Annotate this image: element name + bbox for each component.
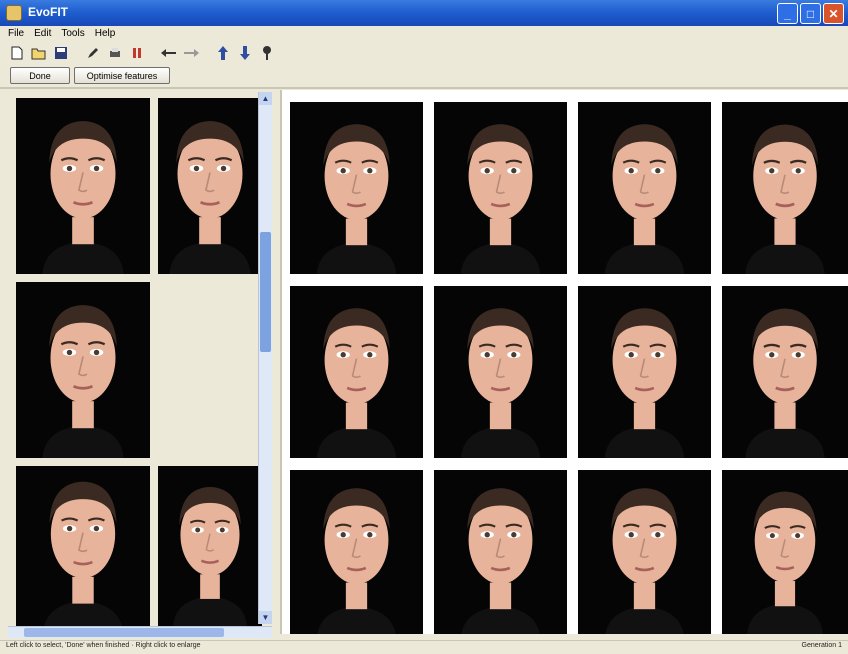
stop-icon[interactable]	[128, 44, 146, 62]
selected-face[interactable]	[16, 466, 150, 626]
maximize-button[interactable]: □	[800, 3, 821, 24]
face-array-panel	[280, 90, 848, 634]
app-icon	[6, 5, 22, 21]
face-candidate[interactable]	[434, 102, 567, 274]
pin-icon[interactable]	[258, 44, 276, 62]
selected-face[interactable]	[16, 98, 150, 274]
menu-tools[interactable]: Tools	[61, 26, 84, 41]
redo-icon[interactable]	[182, 44, 200, 62]
face-candidate[interactable]	[578, 286, 711, 458]
status-message: Left click to select, 'Done' when finish…	[6, 642, 201, 649]
down-arrow-icon[interactable]	[236, 44, 254, 62]
selected-faces-panel	[4, 92, 272, 632]
window-title: EvoFIT	[28, 5, 69, 19]
selected-face[interactable]	[158, 98, 262, 274]
app-window: EvoFIT _ □ ✕ File Edit Tools Help Done O…	[0, 0, 848, 654]
optimise-features-button[interactable]: Optimise features	[74, 67, 170, 84]
left-horizontal-scrollbar[interactable]	[8, 626, 272, 638]
face-candidate[interactable]	[290, 470, 423, 634]
edit-icon[interactable]	[84, 44, 102, 62]
face-candidate[interactable]	[578, 470, 711, 634]
face-candidate[interactable]	[434, 470, 567, 634]
face-candidate[interactable]	[434, 286, 567, 458]
undo-icon[interactable]	[160, 44, 178, 62]
scroll-thumb[interactable]	[260, 232, 271, 352]
hscroll-thumb[interactable]	[24, 628, 224, 637]
face-candidate[interactable]	[722, 102, 848, 274]
menu-edit[interactable]: Edit	[34, 26, 51, 41]
print-icon[interactable]	[106, 44, 124, 62]
generation-label: Generation 1	[801, 642, 842, 649]
menu-file[interactable]: File	[8, 26, 24, 41]
scroll-up-icon[interactable]: ▲	[259, 92, 272, 105]
left-vertical-scrollbar[interactable]: ▲ ▼	[258, 92, 272, 624]
toolbar	[0, 41, 848, 65]
open-icon[interactable]	[30, 44, 48, 62]
face-candidate[interactable]	[290, 102, 423, 274]
face-candidate[interactable]	[722, 286, 848, 458]
title-bar: EvoFIT _ □ ✕	[0, 0, 848, 26]
minimize-button[interactable]: _	[777, 3, 798, 24]
face-candidate[interactable]	[290, 286, 423, 458]
menu-bar: File Edit Tools Help	[0, 26, 848, 41]
menu-help[interactable]: Help	[95, 26, 116, 41]
close-button[interactable]: ✕	[823, 3, 844, 24]
status-bar: Left click to select, 'Done' when finish…	[0, 640, 848, 654]
new-icon[interactable]	[8, 44, 26, 62]
up-arrow-icon[interactable]	[214, 44, 232, 62]
face-candidate[interactable]	[722, 470, 848, 634]
selected-face[interactable]	[16, 282, 150, 458]
toolbar-divider	[0, 87, 848, 89]
selected-face[interactable]	[158, 466, 262, 626]
scroll-down-icon[interactable]: ▼	[259, 611, 272, 624]
action-bar: Done Optimise features	[0, 65, 848, 87]
face-candidate[interactable]	[578, 102, 711, 274]
save-icon[interactable]	[52, 44, 70, 62]
done-button[interactable]: Done	[10, 67, 70, 84]
